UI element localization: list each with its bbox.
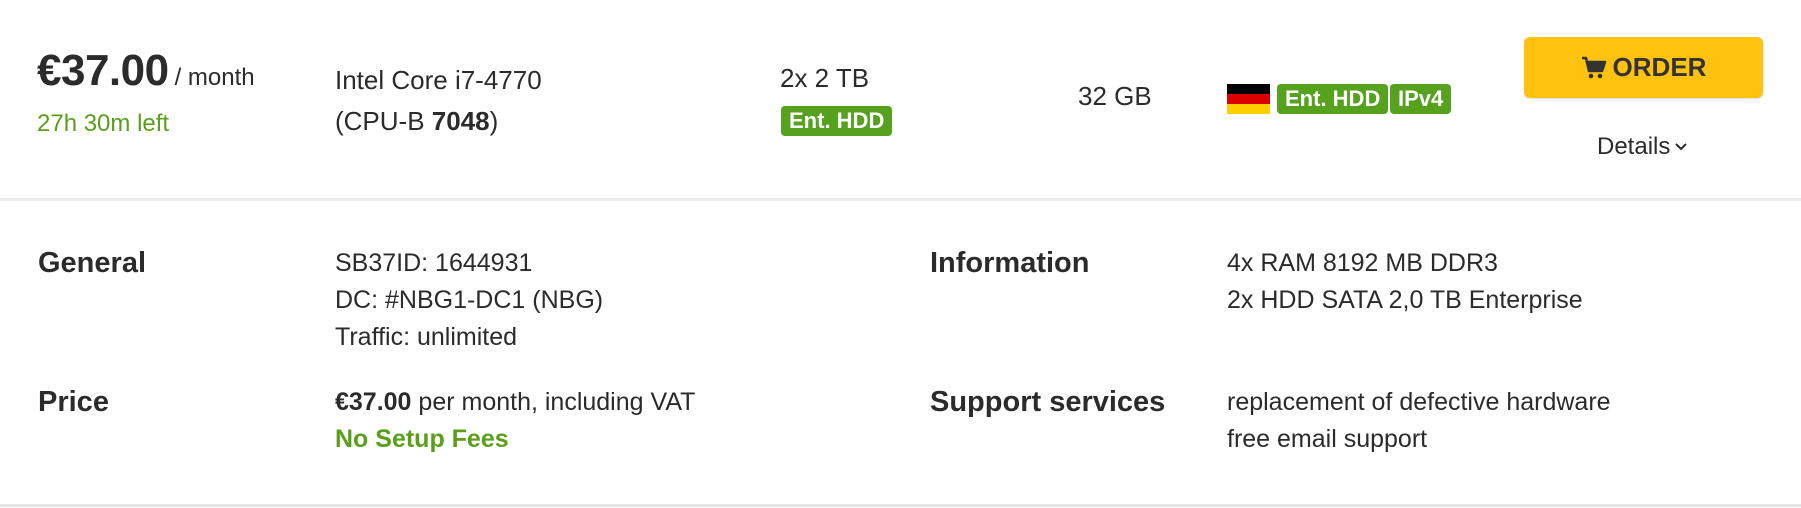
cpu-info: Intel Core i7-4770 (CPU-B 7048) xyxy=(335,60,542,142)
ram-info: 32 GB xyxy=(1078,81,1152,111)
general-label: General xyxy=(38,247,146,279)
price-detail-suffix: per month, including VAT xyxy=(411,388,696,416)
server-offer-row: €37.00/ month 27h 30m left Intel Core i7… xyxy=(0,0,1801,198)
flag-stripe-black xyxy=(1227,84,1270,94)
shopping-cart-icon xyxy=(1581,56,1606,78)
ent-hdd-badge: Ent. HDD xyxy=(1277,84,1389,114)
flag-stripe-gold xyxy=(1227,104,1270,114)
details-label: Details xyxy=(1597,133,1671,160)
ipv4-badge: IPv4 xyxy=(1390,84,1452,114)
ram-detail: 4x RAM 8192 MB DDR3 xyxy=(1227,249,1498,277)
flag-stripe-red xyxy=(1227,94,1270,104)
storage-info: 2x 2 TB xyxy=(780,63,870,93)
chevron-down-icon xyxy=(1675,143,1688,151)
support-hardware: replacement of defective hardware xyxy=(1227,388,1611,416)
order-button[interactable]: ORDER xyxy=(1524,37,1763,98)
price: €37.00/ month xyxy=(37,46,255,96)
price-period: / month xyxy=(174,64,255,91)
cpu-model: Intel Core i7-4770 xyxy=(335,65,542,95)
price-detail-amount: €37.00 xyxy=(335,388,412,416)
price-amount: €37.00 xyxy=(37,46,169,95)
cpu-bench-suffix: ) xyxy=(489,106,499,136)
hdd-detail: 2x HDD SATA 2,0 TB Enterprise xyxy=(1227,286,1583,314)
datacenter: DC: #NBG1-DC1 (NBG) xyxy=(335,286,604,314)
setup-fees: No Setup Fees xyxy=(335,425,509,453)
cpu-bench-prefix: (CPU-B xyxy=(335,106,432,136)
price-detail: €37.00 per month, including VAT xyxy=(335,384,695,421)
server-id: SB37ID: 1644931 xyxy=(335,249,533,277)
general-values: SB37ID: 1644931 DC: #NBG1-DC1 (NBG) Traf… xyxy=(335,245,603,356)
information-label: Information xyxy=(930,247,1090,279)
price-label: Price xyxy=(38,386,109,418)
support-values: replacement of defective hardware free e… xyxy=(1227,384,1611,458)
auction-time-left: 27h 30m left xyxy=(37,110,170,137)
order-button-label: ORDER xyxy=(1612,52,1707,82)
section-divider xyxy=(0,198,1801,201)
germany-flag-icon xyxy=(1227,84,1270,114)
support-email: free email support xyxy=(1227,425,1428,453)
traffic: Traffic: unlimited xyxy=(335,323,518,351)
storage-type-badge: Ent. HDD xyxy=(781,106,893,136)
support-label: Support services xyxy=(930,386,1166,418)
price-values: €37.00 per month, including VAT No Setup… xyxy=(335,384,695,458)
cpu-bench: (CPU-B 7048) xyxy=(335,106,498,136)
details-toggle[interactable]: Details xyxy=(1597,133,1688,161)
cpu-bench-score: 7048 xyxy=(431,106,490,136)
information-values: 4x RAM 8192 MB DDR3 2x HDD SATA 2,0 TB E… xyxy=(1227,245,1583,319)
bottom-divider xyxy=(0,504,1801,507)
